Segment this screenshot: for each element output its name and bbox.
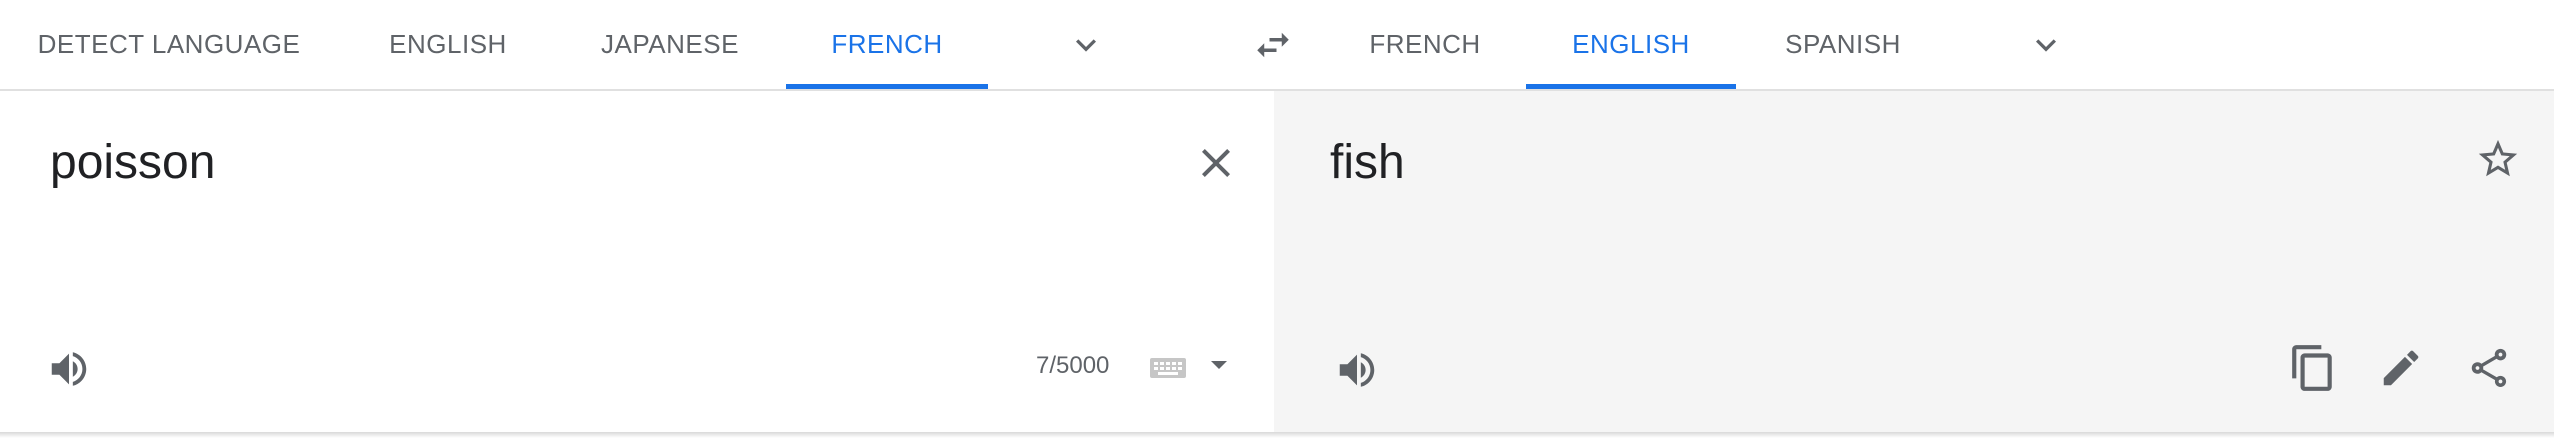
active-tab-indicator [1526,84,1736,89]
tab-label: JAPANESE [601,29,739,59]
translate-widget: DETECT LANGUAGE ENGLISH JAPANESE FRENCH … [0,0,2554,438]
swap-arrows-icon[interactable] [1252,24,1294,66]
card-bottom-shadow [0,432,2554,438]
close-icon[interactable] [1192,139,1240,187]
tab-target-english[interactable]: ENGLISH [1526,0,1736,89]
star-outline-icon[interactable] [2474,135,2522,183]
source-text-input[interactable]: poisson [50,135,215,190]
language-tab-bar: DETECT LANGUAGE ENGLISH JAPANESE FRENCH … [0,0,2554,91]
chevron-down-icon[interactable] [2026,25,2066,65]
source-pane: poisson 7/5000 [0,91,1274,433]
copy-icon[interactable] [2288,343,2338,393]
tab-detect-language[interactable]: DETECT LANGUAGE [38,0,300,89]
pencil-icon[interactable] [2378,345,2424,391]
tab-target-spanish[interactable]: SPANISH [1778,0,1908,89]
tab-source-french[interactable]: FRENCH [786,0,988,89]
tab-label: FRENCH [1369,29,1481,59]
tab-source-japanese[interactable]: JAPANESE [596,0,744,89]
share-icon[interactable] [2466,345,2512,391]
chevron-down-icon[interactable] [1066,25,1106,65]
tab-label: SPANISH [1785,29,1901,59]
translation-output: fish [1330,136,1405,189]
tab-label: FRENCH [831,29,943,59]
result-pane: fish [1274,91,2554,433]
tab-source-english[interactable]: ENGLISH [380,0,516,89]
caret-down-icon[interactable] [1206,353,1232,377]
speaker-icon[interactable] [1334,347,1380,393]
tab-label: ENGLISH [1572,29,1690,59]
active-tab-indicator [786,84,988,89]
tab-target-french[interactable]: FRENCH [1362,0,1488,89]
keyboard-icon[interactable] [1148,353,1188,383]
character-count: 7/5000 [1036,352,1110,379]
speaker-icon[interactable] [46,346,92,392]
tab-label: DETECT LANGUAGE [37,29,301,59]
tab-label: ENGLISH [389,29,507,59]
